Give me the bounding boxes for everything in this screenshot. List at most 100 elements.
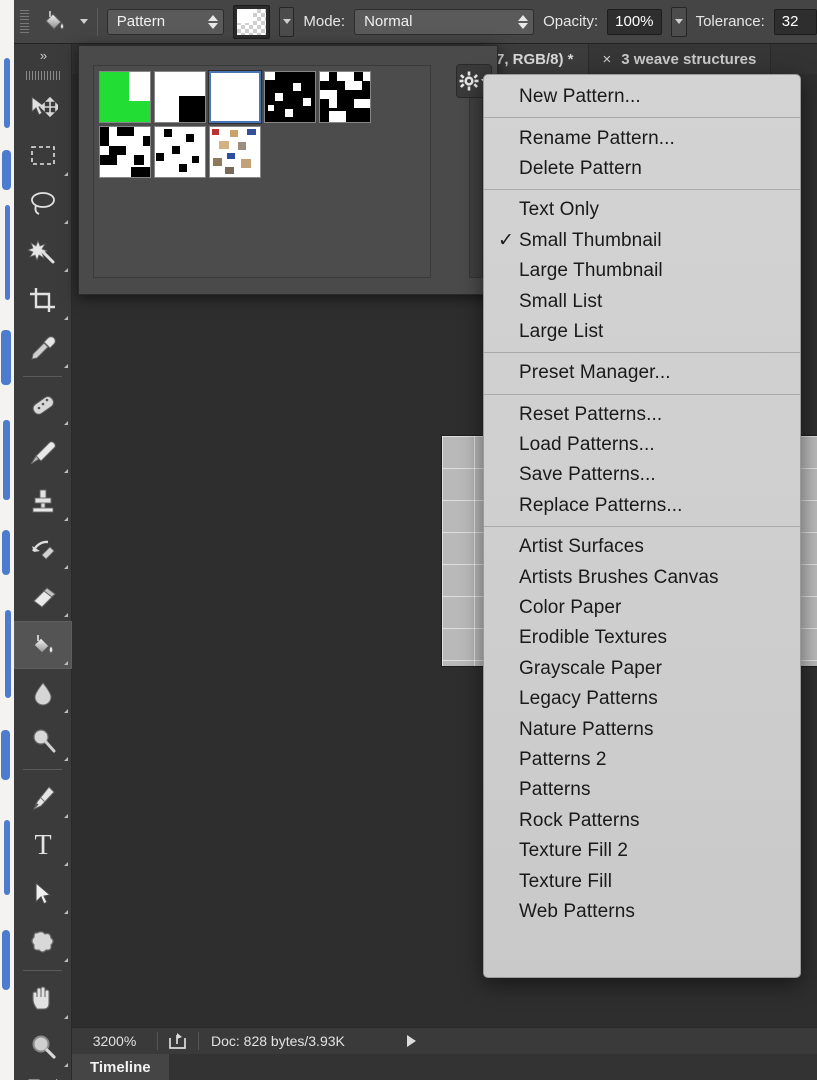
divider [96,7,98,36]
menu-item-label: Texture Fill [519,870,613,892]
menu-item[interactable]: Delete Pattern [484,154,800,184]
tool-expand-corner-icon [64,469,68,473]
opacity-slider-toggle[interactable] [670,6,687,37]
document-tab-weave[interactable]: × 3 weave structures [588,44,772,74]
tool-expand-corner-icon [64,268,68,272]
menu-item[interactable]: Color Paper [484,593,800,623]
status-expand-arrow-icon[interactable] [406,1035,416,1047]
dodge-tool[interactable] [14,717,72,765]
toolbar-collapse-button[interactable]: » [14,44,71,66]
share-button[interactable] [158,1032,198,1050]
tab-timeline[interactable]: Timeline [72,1054,169,1080]
zoom-level-field[interactable]: 3200% [72,1033,157,1049]
pattern-picker-toggle[interactable] [278,6,295,37]
tool-expand-corner-icon [64,862,68,866]
crop-tool[interactable] [14,276,72,324]
tool-preset-chevron-icon[interactable] [79,19,88,24]
pattern-swatch-green-corner[interactable] [99,71,151,123]
options-bar-grip[interactable] [20,7,29,37]
menu-item[interactable]: Small List [484,286,800,316]
tolerance-label: Tolerance: [695,13,765,30]
brush-tool[interactable] [14,429,72,477]
pattern-flyout-menu: New Pattern... Rename Pattern... Delete Pa… [483,74,801,978]
menu-item[interactable]: Artist Surfaces [484,532,800,562]
healing-brush-tool[interactable] [14,381,72,429]
tool-expand-corner-icon [64,1015,68,1019]
blur-tool[interactable] [14,669,72,717]
tool-expand-corner-icon [64,910,68,914]
menu-item[interactable]: Large Thumbnail [484,256,800,286]
menu-item[interactable]: ✓ Small Thumbnail [484,226,800,256]
menu-item[interactable]: Rename Pattern... [484,123,800,153]
menu-item[interactable]: Text Only [484,195,800,225]
menu-item[interactable]: Patterns 2 [484,745,800,775]
menu-item-label: Large Thumbnail [519,260,663,282]
tool-expand-corner-icon [64,316,68,320]
blend-mode-stepper-icon [517,12,529,32]
menu-item[interactable]: Rock Patterns [484,806,800,836]
menu-item[interactable]: New Pattern... [484,82,800,112]
paint-bucket-tool[interactable] [14,621,72,669]
toolbar-grip[interactable] [14,66,71,84]
opacity-input[interactable]: 100% [607,8,662,35]
menu-item[interactable]: Nature Patterns [484,714,800,744]
menu-separator [484,117,800,119]
pattern-swatch-dots[interactable] [154,126,206,178]
menu-item[interactable]: Texture Fill 2 [484,836,800,866]
tolerance-input[interactable]: 32 [773,8,817,35]
hand-tool[interactable] [14,975,72,1023]
clone-stamp-tool[interactable] [14,477,72,525]
rectangular-marquee-tool[interactable] [14,132,72,180]
menu-item-label: Rock Patterns [519,809,640,831]
pattern-swatch-photo-collage[interactable] [209,126,261,178]
tool-expand-corner-icon [64,757,68,761]
document-info[interactable]: Doc: 828 bytes/3.93K [199,1033,357,1049]
menu-item-label: Small List [519,290,603,312]
menu-item-label: Grayscale Paper [519,657,663,679]
tool-expand-corner-icon [64,814,68,818]
tool-expand-corner-icon [64,220,68,224]
magic-wand-tool[interactable] [14,228,72,276]
history-brush-tool[interactable] [14,525,72,573]
custom-shape-tool[interactable] [14,918,72,966]
pattern-swatch-weave-3[interactable] [99,126,151,178]
pattern-swatch-weave-2[interactable] [319,71,371,123]
menu-item[interactable]: Texture Fill [484,866,800,896]
pattern-swatch-preview[interactable] [232,4,270,39]
pattern-picker-panel [78,45,498,295]
fill-source-select[interactable]: Pattern [106,8,224,35]
path-selection-tool[interactable] [14,870,72,918]
lasso-tool[interactable] [14,180,72,228]
menu-item[interactable]: Large List [484,317,800,347]
menu-item[interactable]: Save Patterns... [484,460,800,490]
menu-item-label: Erodible Textures [519,627,668,649]
menu-item[interactable]: Legacy Patterns [484,684,800,714]
pattern-swatch-weave-1[interactable] [264,71,316,123]
pattern-swatch-white-corner[interactable] [209,71,261,123]
menu-item[interactable]: Reset Patterns... [484,400,800,430]
move-tool[interactable] [14,84,72,132]
menu-item[interactable]: Patterns [484,775,800,805]
tool-expand-corner-icon [64,958,68,962]
document-tab-label: 7, RGB/8) * [496,50,574,68]
menu-item[interactable]: Replace Patterns... [484,491,800,521]
menu-item[interactable]: Web Patterns [484,897,800,927]
blend-mode-select[interactable]: Normal [354,8,535,35]
type-tool[interactable]: T [14,822,72,870]
pen-tool[interactable] [14,774,72,822]
menu-item[interactable]: Grayscale Paper [484,654,800,684]
eraser-tool[interactable] [14,573,72,621]
tolerance-value: 32 [781,13,799,30]
menu-item[interactable]: Preset Manager... [484,358,800,388]
toolbar-divider [23,970,62,971]
eyedropper-tool[interactable] [14,324,72,372]
menu-item-label: Texture Fill 2 [519,840,629,862]
tool-expand-corner-icon [64,661,68,665]
menu-item[interactable]: Erodible Textures [484,623,800,653]
close-icon[interactable]: × [603,51,612,68]
zoom-tool[interactable] [14,1023,72,1071]
pattern-swatch-black-square[interactable] [154,71,206,123]
share-icon [169,1033,186,1049]
menu-item[interactable]: Load Patterns... [484,430,800,460]
menu-item[interactable]: Artists Brushes Canvas [484,562,800,592]
